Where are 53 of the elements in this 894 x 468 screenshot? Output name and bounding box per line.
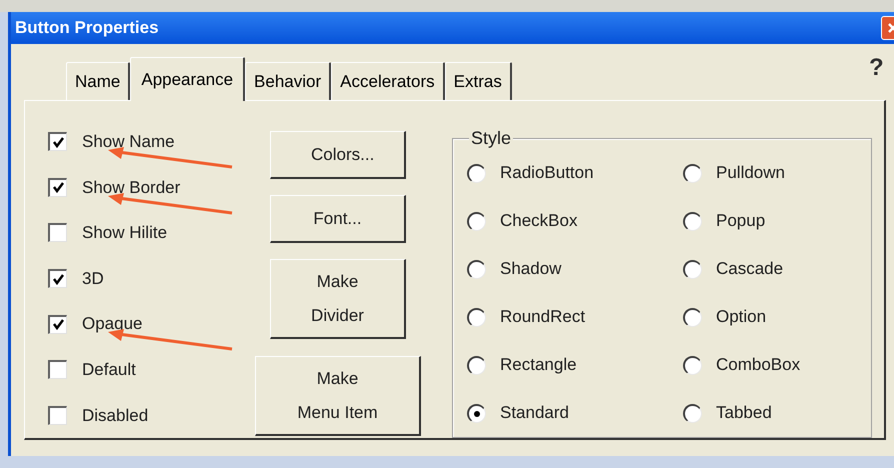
- tab[interactable]: Behavior: [245, 62, 332, 100]
- radio-button[interactable]: [467, 404, 486, 422]
- radio-button[interactable]: [683, 404, 702, 422]
- checkbox[interactable]: [48, 223, 67, 242]
- checkbox-label: Show Name: [82, 131, 175, 154]
- push-button[interactable]: Make Divider: [270, 259, 406, 339]
- push-button[interactable]: Font...: [270, 195, 406, 243]
- checkbox[interactable]: [48, 132, 67, 152]
- radio-option[interactable]: Standard: [467, 389, 569, 437]
- checkbox-label: Show Border: [82, 176, 180, 199]
- radio-option[interactable]: Option: [683, 293, 766, 341]
- radio-option[interactable]: RadioButton: [467, 149, 594, 197]
- radio-option[interactable]: RoundRect: [467, 293, 586, 341]
- radio-option[interactable]: Tabbed: [683, 389, 772, 437]
- push-button[interactable]: Colors...: [270, 131, 406, 179]
- radio-option[interactable]: ComboBox: [683, 341, 800, 389]
- checkbox[interactable]: [48, 269, 67, 288]
- radio-button[interactable]: [467, 308, 486, 326]
- tab[interactable]: Appearance: [130, 57, 246, 101]
- check-icon: [52, 272, 64, 286]
- radio-button[interactable]: [683, 212, 702, 230]
- radio-button[interactable]: [467, 212, 486, 230]
- window-title: Button Properties: [15, 17, 159, 40]
- radio-option[interactable]: Rectangle: [467, 341, 577, 389]
- radio-option[interactable]: Pulldown: [683, 149, 785, 197]
- checkbox[interactable]: [48, 314, 67, 334]
- radio-button[interactable]: [683, 260, 702, 278]
- checkbox-label: Disabled: [82, 404, 148, 426]
- checkbox[interactable]: [48, 178, 67, 197]
- radio-button[interactable]: [467, 356, 486, 374]
- radio-option[interactable]: Popup: [683, 197, 766, 245]
- checkbox-label: Show Hilite: [82, 222, 168, 244]
- check-icon: [52, 136, 64, 149]
- radio-button[interactable]: [683, 308, 702, 326]
- checkbox[interactable]: [48, 360, 67, 380]
- checkbox-label: Default: [82, 358, 136, 381]
- radio-option[interactable]: Cascade: [683, 245, 784, 293]
- radio-button[interactable]: [683, 164, 702, 182]
- checkbox-label: Opaque: [82, 313, 142, 336]
- checkbox-label: 3D: [82, 268, 104, 290]
- check-icon: [52, 318, 64, 332]
- tab[interactable]: Name: [66, 62, 130, 100]
- tab[interactable]: Extras: [444, 62, 512, 100]
- tab[interactable]: Accelerators: [331, 62, 445, 100]
- radio-option[interactable]: CheckBox: [467, 197, 578, 245]
- checkbox[interactable]: [48, 406, 67, 425]
- help-button[interactable]: ?: [869, 50, 884, 86]
- radio-button[interactable]: [683, 356, 702, 374]
- radio-option[interactable]: Shadow: [467, 245, 562, 293]
- radio-button[interactable]: [467, 260, 486, 278]
- push-button[interactable]: Make Menu Item: [255, 356, 421, 436]
- radio-button[interactable]: [467, 164, 486, 182]
- check-icon: [52, 181, 64, 194]
